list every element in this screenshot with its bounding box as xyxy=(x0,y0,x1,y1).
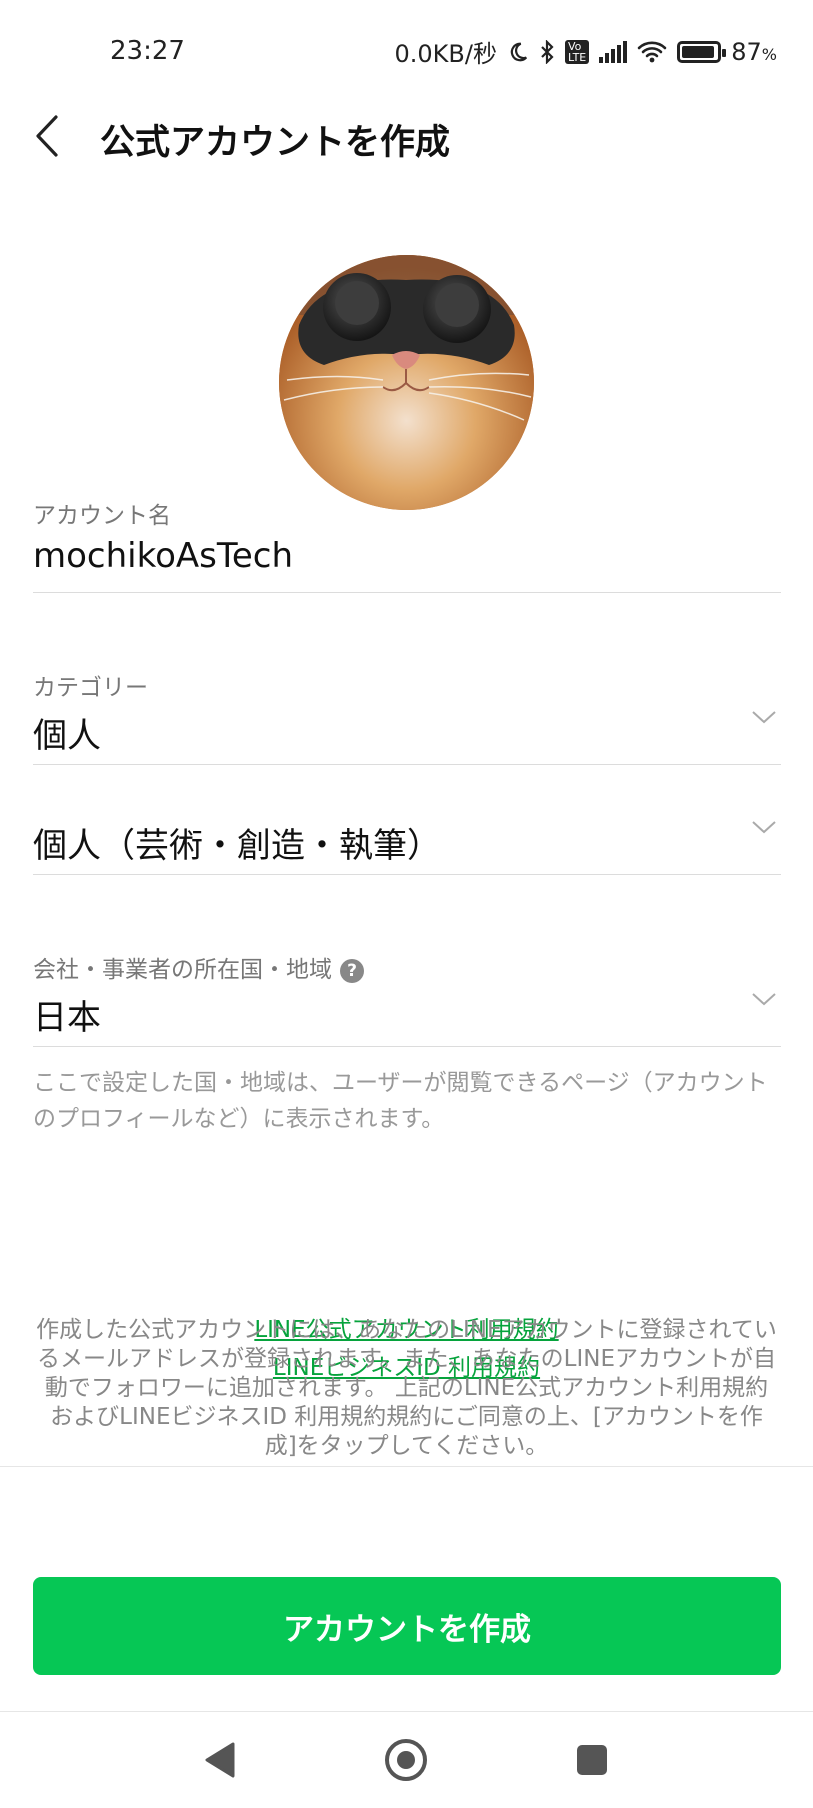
home-circle-icon xyxy=(385,1739,427,1781)
nav-home-button[interactable] xyxy=(378,1732,434,1788)
square-recents-icon xyxy=(577,1745,607,1775)
status-bar: 23:27 0.0KB/秒 Vo LTE 87% xyxy=(0,0,813,80)
chevron-down-icon[interactable] xyxy=(750,703,778,731)
navigation-bar xyxy=(0,1712,813,1808)
back-button[interactable] xyxy=(22,106,72,166)
nav-recents-button[interactable] xyxy=(564,1732,620,1788)
category-select[interactable]: 個人 xyxy=(33,708,101,757)
volte-icon: Vo LTE xyxy=(564,39,590,64)
nav-back-button[interactable] xyxy=(192,1732,248,1788)
avatar[interactable] xyxy=(279,255,534,510)
battery-icon xyxy=(677,40,727,63)
cat-with-goggles-image xyxy=(279,255,534,510)
network-speed: 0.0KB/秒 xyxy=(394,40,497,68)
create-account-sheet: 公式アカウントを作成 アカウント名 mochikoAsTech カテゴリー 個人… xyxy=(0,78,813,1808)
header: 公式アカウントを作成 xyxy=(0,78,813,188)
chevron-left-icon xyxy=(36,115,58,157)
terms-text: 作成した公式アカウントには、あなたのLINEアカウントに登録されているメールアド… xyxy=(36,1317,777,1459)
divider xyxy=(33,764,781,765)
divider xyxy=(0,1466,813,1467)
page-title: 公式アカウントを作成 xyxy=(100,123,451,163)
account-name-field[interactable]: mochikoAsTech xyxy=(33,536,293,576)
divider xyxy=(33,1046,781,1047)
country-select[interactable]: 日本 xyxy=(33,990,101,1039)
subcategory-select[interactable]: 個人（芸術・創造・執筆） xyxy=(33,818,441,867)
chevron-down-icon[interactable] xyxy=(750,985,778,1013)
create-account-button[interactable]: アカウントを作成 xyxy=(33,1577,781,1675)
triangle-back-icon xyxy=(205,1742,235,1778)
status-time: 23:27 xyxy=(110,36,185,66)
country-note: ここで設定した国・地域は、ユーザーが閲覧できるページ（アカウントのプロフィールな… xyxy=(33,1070,768,1132)
divider xyxy=(33,592,781,593)
bluetooth-icon xyxy=(539,39,555,64)
battery-level: 87% xyxy=(731,37,777,66)
wifi-icon xyxy=(637,40,667,64)
help-icon[interactable]: ? xyxy=(340,958,364,983)
divider xyxy=(33,874,781,875)
chevron-down-icon[interactable] xyxy=(750,813,778,841)
category-label: カテゴリー xyxy=(33,675,148,701)
country-label: 会社・事業者の所在国・地域? xyxy=(33,950,364,984)
moon-icon xyxy=(507,41,529,63)
signal-icon xyxy=(599,40,628,63)
status-icons: 0.0KB/秒 Vo LTE 87% xyxy=(394,34,777,69)
account-name-label: アカウント名 xyxy=(33,503,171,529)
